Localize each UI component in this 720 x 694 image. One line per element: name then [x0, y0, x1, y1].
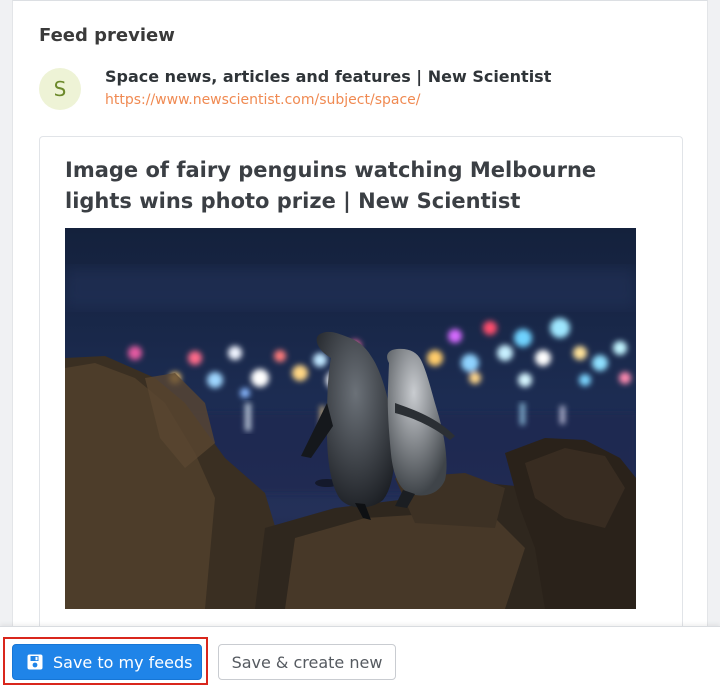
action-footer: Save to my feeds Save & create new [0, 626, 720, 694]
article-title[interactable]: Image of fairy penguins watching Melbour… [65, 155, 661, 217]
article-card[interactable]: Image of fairy penguins watching Melbour… [39, 136, 683, 631]
feed-preview-panel: Feed preview S Space news, articles and … [12, 0, 708, 631]
save-and-create-new-button[interactable]: Save & create new [218, 644, 396, 680]
feed-name: Space news, articles and features | New … [105, 67, 552, 86]
feed-avatar: S [39, 68, 81, 110]
article-image [65, 228, 636, 609]
save-to-my-feeds-button[interactable]: Save to my feeds [12, 644, 202, 680]
section-title: Feed preview [39, 25, 175, 46]
feed-header: S Space news, articles and features | Ne… [39, 64, 679, 112]
save-to-my-feeds-label: Save to my feeds [53, 652, 193, 672]
floppy-disk-icon [26, 653, 44, 671]
feed-url-link[interactable]: https://www.newscientist.com/subject/spa… [105, 92, 420, 108]
